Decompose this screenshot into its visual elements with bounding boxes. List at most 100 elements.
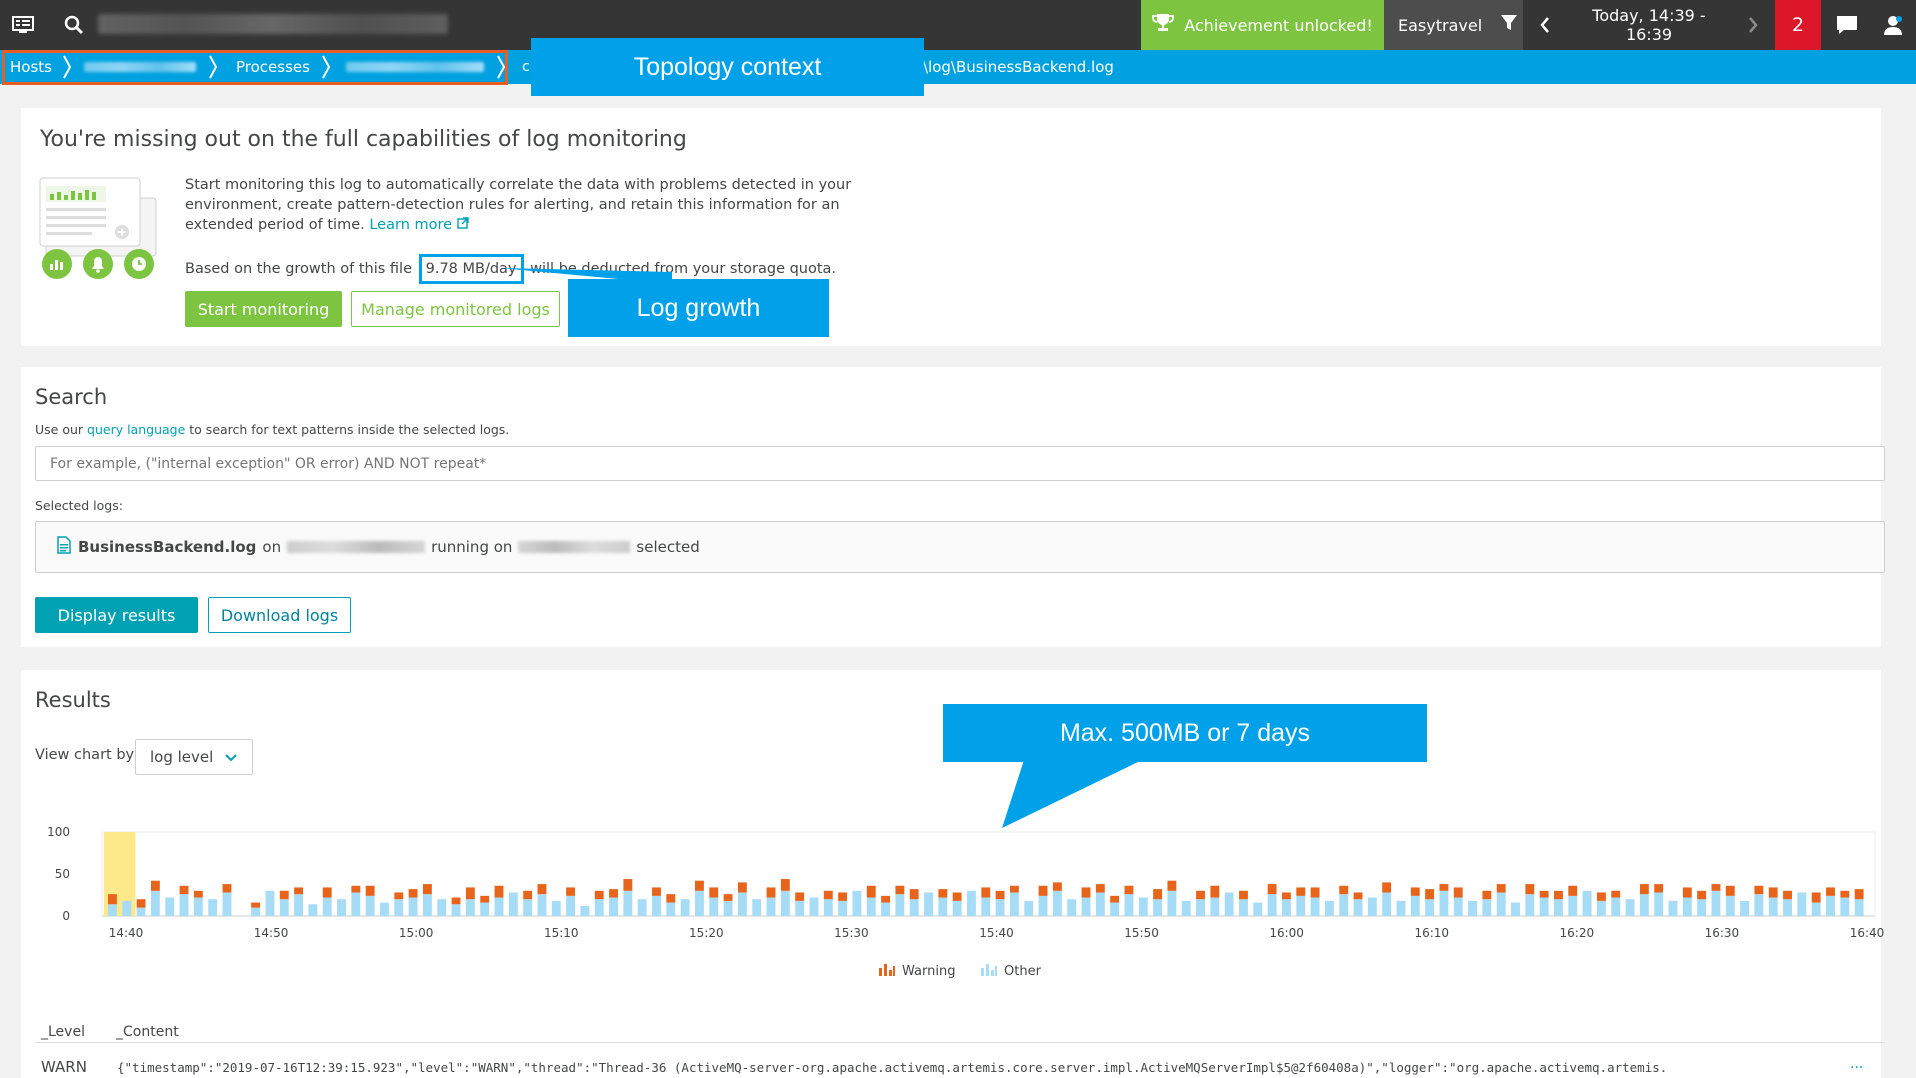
legend-warning[interactable]: Warning — [878, 962, 955, 980]
bar-other[interactable] — [1511, 902, 1520, 916]
bar-other[interactable] — [1153, 899, 1163, 916]
bar-other[interactable] — [1554, 899, 1563, 916]
bar-warning[interactable] — [594, 890, 604, 900]
bar-other[interactable] — [1253, 902, 1263, 916]
bar-warning[interactable] — [1568, 885, 1578, 896]
bar-other[interactable] — [881, 902, 890, 916]
bar-warning[interactable] — [1596, 892, 1606, 901]
search-field-redacted[interactable] — [98, 14, 448, 34]
bar-other[interactable] — [995, 899, 1005, 916]
view-chart-by-select[interactable]: log level — [135, 739, 253, 775]
bar-other[interactable] — [637, 899, 647, 916]
bar-other[interactable] — [1110, 902, 1120, 916]
bar-other[interactable] — [523, 899, 533, 916]
column-header-content[interactable]: _Content — [116, 1024, 179, 1040]
bar-warning[interactable] — [351, 885, 361, 893]
bar-warning[interactable] — [823, 890, 833, 900]
bar-other[interactable] — [566, 895, 576, 916]
bar-other[interactable] — [451, 904, 461, 916]
bar-other[interactable] — [1811, 902, 1821, 916]
bar-warning[interactable] — [881, 895, 890, 903]
bar-other[interactable] — [1382, 892, 1392, 916]
bar-other[interactable] — [1826, 895, 1835, 916]
bar-other[interactable] — [551, 900, 561, 916]
bar-other[interactable] — [823, 899, 833, 916]
bar-warning[interactable] — [408, 889, 418, 898]
query-language-link[interactable]: query language — [87, 422, 185, 437]
bar-warning[interactable] — [480, 895, 490, 903]
bar-other[interactable] — [780, 890, 790, 916]
bar-other[interactable] — [337, 899, 346, 916]
bar-other[interactable] — [1639, 894, 1649, 916]
bar-warning[interactable] — [709, 887, 719, 898]
bar-warning[interactable] — [1196, 890, 1205, 900]
bar-warning[interactable] — [766, 887, 776, 898]
bar-other[interactable] — [1052, 890, 1062, 916]
bar-warning[interactable] — [422, 884, 432, 895]
bar-other[interactable] — [294, 894, 303, 916]
bar-other[interactable] — [1138, 897, 1148, 916]
bar-other[interactable] — [1009, 892, 1019, 916]
bar-other[interactable] — [695, 890, 704, 916]
bar-other[interactable] — [1282, 899, 1291, 916]
row-more-icon[interactable]: ... — [1850, 1056, 1863, 1072]
bar-other[interactable] — [1067, 899, 1077, 916]
bar-other[interactable] — [666, 902, 676, 916]
bar-other[interactable] — [122, 900, 132, 916]
bar-other[interactable] — [1682, 897, 1692, 916]
problems-count-badge[interactable]: 2 — [1775, 0, 1821, 50]
bar-other[interactable] — [795, 900, 805, 916]
bar-other[interactable] — [909, 899, 919, 916]
bar-warning[interactable] — [566, 887, 576, 896]
bar-warning[interactable] — [981, 887, 991, 898]
bar-warning[interactable] — [1697, 890, 1707, 900]
bar-warning[interactable] — [866, 885, 876, 898]
bar-warning[interactable] — [1110, 895, 1120, 903]
bar-warning[interactable] — [537, 884, 547, 895]
bar-other[interactable] — [709, 897, 719, 916]
bar-warning[interactable] — [1453, 887, 1463, 898]
bar-other[interactable] — [838, 900, 848, 916]
bar-warning[interactable] — [1310, 887, 1320, 898]
bar-warning[interactable] — [1754, 885, 1764, 895]
bar-other[interactable] — [308, 904, 318, 916]
bar-warning[interactable] — [1654, 884, 1664, 893]
bar-other[interactable] — [967, 890, 976, 916]
bar-warning[interactable] — [179, 885, 189, 895]
manage-monitored-logs-button[interactable]: Manage monitored logs — [351, 291, 560, 327]
bar-warning[interactable] — [279, 890, 289, 900]
display-results-button[interactable]: Display results — [35, 597, 198, 633]
bar-warning[interactable] — [1282, 892, 1291, 900]
bar-warning[interactable] — [1267, 884, 1277, 895]
bar-warning[interactable] — [1854, 889, 1864, 900]
bar-other[interactable] — [1439, 890, 1449, 916]
bar-warning[interactable] — [1339, 885, 1349, 895]
chat-icon[interactable] — [1830, 0, 1864, 50]
bar-other[interactable] — [1425, 899, 1435, 916]
bar-other[interactable] — [1725, 895, 1735, 916]
bar-other[interactable] — [952, 900, 962, 916]
bar-other[interactable] — [265, 890, 275, 916]
bar-warning[interactable] — [394, 892, 404, 900]
bar-other[interactable] — [351, 892, 361, 916]
bar-warning[interactable] — [1038, 885, 1048, 896]
bar-warning[interactable] — [1095, 884, 1105, 893]
bar-warning[interactable] — [1296, 887, 1306, 896]
bar-other[interactable] — [1797, 892, 1807, 916]
bar-other[interactable] — [1095, 892, 1105, 916]
bar-other[interactable] — [1568, 895, 1578, 916]
bar-other[interactable] — [1625, 899, 1635, 916]
achievement-banner[interactable]: Achievement unlocked! — [1141, 0, 1384, 50]
bar-other[interactable] — [1224, 892, 1234, 916]
bar-warning[interactable] — [1639, 884, 1649, 895]
bar-warning[interactable] — [1525, 884, 1535, 895]
bar-other[interactable] — [1339, 894, 1349, 916]
bar-warning[interactable] — [795, 892, 805, 901]
bar-warning[interactable] — [222, 884, 232, 893]
bar-other[interactable] — [1353, 899, 1363, 916]
bar-other[interactable] — [136, 907, 146, 916]
timeframe-label[interactable]: Today, 14:39 - 16:39 — [1567, 6, 1731, 44]
bar-warning[interactable] — [695, 880, 704, 891]
bar-warning[interactable] — [1711, 884, 1721, 891]
bar-other[interactable] — [279, 899, 289, 916]
